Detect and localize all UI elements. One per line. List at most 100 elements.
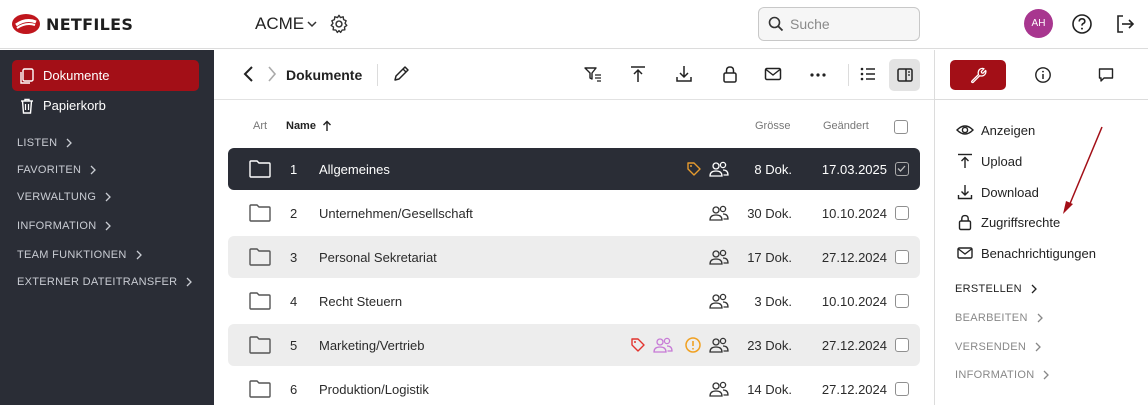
lock-icon[interactable]: [720, 64, 740, 84]
sort-ascending-icon[interactable]: [322, 120, 332, 132]
chevron-right-icon: [1031, 284, 1037, 294]
shared-users-icon[interactable]: [652, 336, 674, 354]
logout-icon[interactable]: [1114, 13, 1136, 35]
chevron-down-icon: [307, 21, 317, 28]
column-header-size[interactable]: Grösse: [755, 120, 790, 132]
row-name: Personal Sekretariat: [319, 249, 437, 265]
section-bearbeiten[interactable]: BEARBEITEN: [955, 312, 1044, 324]
users-icon[interactable]: [708, 160, 730, 178]
folder-icon: [249, 204, 271, 222]
gear-icon[interactable]: [328, 13, 350, 35]
info-icon: [1035, 67, 1051, 83]
breadcrumb[interactable]: Dokumente: [286, 67, 362, 83]
action-anzeigen[interactable]: Anzeigen: [956, 122, 1035, 138]
sidebar-section-externer-dateitransfer[interactable]: EXTERNER DATEITRANSFER: [17, 276, 193, 288]
row-size: 8 Dok.: [754, 161, 792, 177]
filter-icon[interactable]: [583, 64, 603, 84]
sidebar-section-verwaltung[interactable]: VERWALTUNG: [17, 191, 112, 203]
sidebar-item-label: Dokumente: [43, 68, 110, 83]
users-icon[interactable]: [708, 204, 730, 222]
chevron-right-icon: [66, 138, 73, 148]
avatar[interactable]: AH: [1024, 9, 1053, 38]
table-row[interactable]: 3 Personal Sekretariat 17 Dok. 27.12.202…: [228, 236, 920, 278]
row-tags: [708, 248, 730, 266]
section-versenden[interactable]: VERSENDEN: [955, 341, 1042, 353]
section-information[interactable]: INFORMATION: [955, 369, 1050, 381]
action-download[interactable]: Download: [956, 183, 1039, 201]
column-header-name[interactable]: Name: [286, 120, 316, 132]
chevron-right-icon: [1037, 313, 1043, 323]
panel-toggle-button[interactable]: [889, 59, 920, 91]
search-input[interactable]: [790, 16, 910, 32]
row-checkbox[interactable]: [895, 206, 909, 220]
search-box[interactable]: [758, 7, 920, 41]
users-icon[interactable]: [708, 380, 730, 398]
sidebar-section-favoriten[interactable]: FAVORITEN: [17, 164, 97, 176]
folder-icon: [249, 292, 271, 310]
column-header-modified[interactable]: Geändert: [823, 120, 869, 132]
row-name: Produktion/Logistik: [319, 381, 429, 397]
row-checkbox[interactable]: [895, 338, 909, 352]
row-tags: [686, 160, 730, 178]
warning-icon[interactable]: [684, 336, 702, 354]
help-icon[interactable]: [1071, 13, 1093, 35]
row-checkbox[interactable]: [895, 294, 909, 308]
forward-icon[interactable]: [266, 64, 278, 84]
table-row[interactable]: 6 Produktion/Logistik 14 Dok. 27.12.2024: [228, 368, 920, 405]
row-size: 14 Dok.: [747, 381, 792, 397]
section-label: INFORMATION: [17, 220, 97, 232]
netfiles-logo-icon: [12, 14, 40, 34]
action-label: Anzeigen: [981, 122, 1036, 138]
table-row[interactable]: 2 Unternehmen/Gesellschaft 30 Dok. 10.10…: [228, 192, 920, 234]
section-label: LISTEN: [17, 137, 58, 149]
sidebar-section-information[interactable]: INFORMATION: [17, 220, 112, 232]
upload-icon[interactable]: [628, 64, 648, 84]
toolbar-divider: [377, 64, 378, 86]
row-checkbox[interactable]: [895, 162, 909, 176]
download-icon: [957, 185, 973, 200]
section-erstellen[interactable]: ERSTELLEN: [955, 283, 1038, 295]
tab-comments[interactable]: [1078, 60, 1134, 90]
select-all-checkbox[interactable]: [894, 120, 908, 134]
sidebar-section-listen[interactable]: LISTEN: [17, 137, 73, 149]
sidebar-item-dokumente[interactable]: Dokumente: [12, 60, 199, 91]
action-zugriffsrechte[interactable]: Zugriffsrechte: [956, 213, 1060, 231]
list-view-icon[interactable]: [858, 64, 878, 84]
table-row[interactable]: 1 Allgemeines 8 Dok. 17.03.2025: [228, 148, 920, 190]
chevron-right-icon: [186, 277, 193, 287]
users-icon[interactable]: [708, 292, 730, 310]
column-header-type[interactable]: Art: [253, 120, 267, 132]
tag-icon[interactable]: [686, 161, 702, 177]
action-label: Benachrichtigungen: [981, 245, 1096, 261]
sidebar-section-team-funktionen[interactable]: TEAM FUNKTIONEN: [17, 249, 143, 261]
section-label: VERSENDEN: [955, 341, 1027, 353]
tab-info[interactable]: [1015, 60, 1071, 90]
trash-icon: [21, 98, 33, 114]
org-switcher[interactable]: ACME: [255, 14, 318, 34]
row-tags: [708, 204, 730, 222]
mail-icon[interactable]: [763, 64, 783, 84]
action-upload[interactable]: Upload: [956, 152, 1022, 170]
row-checkbox[interactable]: [895, 382, 909, 396]
search-icon: [768, 16, 784, 32]
table-row[interactable]: 4 Recht Steuern 3 Dok. 10.10.2024: [228, 280, 920, 322]
action-label: Upload: [981, 153, 1023, 169]
action-benachrichtigungen[interactable]: Benachrichtigungen: [956, 244, 1096, 262]
edit-pen-icon[interactable]: [391, 64, 411, 84]
logo[interactable]: NETFILES: [11, 13, 133, 35]
right-panel: Anzeigen Upload Download Zugriffsrechte …: [934, 50, 1148, 405]
row-checkbox[interactable]: [895, 250, 909, 264]
action-label: Download: [981, 184, 1039, 200]
row-date: 17.03.2025: [821, 161, 887, 177]
action-label: Zugriffsrechte: [981, 214, 1061, 230]
more-icon[interactable]: [808, 64, 828, 84]
sidebar-item-papierkorb[interactable]: Papierkorb: [12, 90, 199, 121]
main-content: Dokumente Art Name Grösse Geändert 1 All…: [214, 50, 934, 405]
users-icon[interactable]: [708, 248, 730, 266]
table-row[interactable]: 5 Marketing/Vertrieb 23 Dok. 27.12.2024: [228, 324, 920, 366]
tab-tools[interactable]: [950, 60, 1006, 90]
users-icon[interactable]: [708, 336, 730, 354]
download-icon[interactable]: [674, 64, 694, 84]
back-icon[interactable]: [242, 64, 256, 84]
tag-icon[interactable]: [630, 337, 646, 353]
